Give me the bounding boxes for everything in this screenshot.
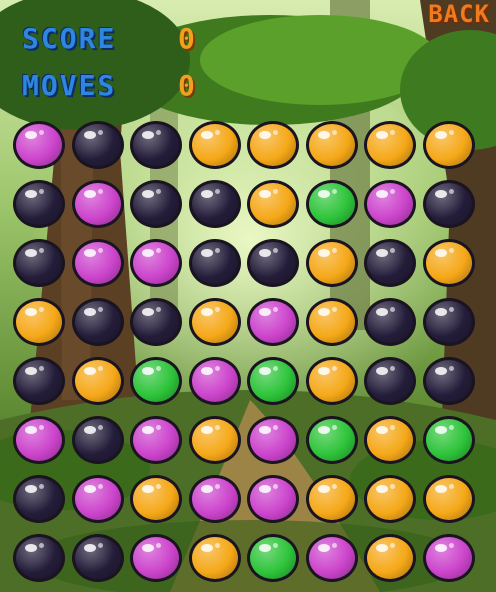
- gem-purple-r3-c1[interactable]: [13, 239, 65, 287]
- gem-pink-r6-c5[interactable]: [247, 416, 299, 464]
- gem-pink-r3-c2[interactable]: [71, 239, 124, 287]
- gem-green-r5-c3[interactable]: [130, 357, 182, 405]
- gem-purple-r4-c2[interactable]: [71, 298, 124, 346]
- gem-pink-r7-c2[interactable]: [71, 475, 124, 523]
- gem-pink-r5-c4[interactable]: [188, 357, 241, 405]
- gem-green-r6-c6[interactable]: [305, 416, 358, 464]
- gem-orange-r8-c7[interactable]: [364, 534, 416, 582]
- gem-orange-r1-c7[interactable]: [364, 121, 416, 169]
- score-value: 0: [178, 22, 195, 55]
- gem-orange-r7-c6[interactable]: [305, 475, 358, 523]
- gem-green-r8-c5[interactable]: [247, 534, 299, 582]
- gem-orange-r1-c4[interactable]: [188, 121, 241, 169]
- gem-green-r6-c8[interactable]: [422, 416, 475, 464]
- gem-orange-r7-c7[interactable]: [364, 475, 416, 523]
- gem-purple-r4-c7[interactable]: [364, 298, 416, 346]
- gem-purple-r8-c2[interactable]: [71, 534, 124, 582]
- gem-purple-r4-c3[interactable]: [130, 298, 182, 346]
- gem-green-r2-c6[interactable]: [305, 180, 358, 228]
- score-label: SCORE: [22, 22, 117, 55]
- gem-pink-r7-c5[interactable]: [247, 475, 299, 523]
- gem-orange-r5-c6[interactable]: [305, 357, 358, 405]
- gem-orange-r7-c3[interactable]: [130, 475, 182, 523]
- gem-pink-r7-c4[interactable]: [188, 475, 241, 523]
- gem-orange-r1-c5[interactable]: [247, 121, 299, 169]
- gem-orange-r6-c7[interactable]: [364, 416, 416, 464]
- gem-pink-r8-c6[interactable]: [305, 534, 358, 582]
- gem-purple-r2-c8[interactable]: [422, 180, 475, 228]
- gem-orange-r6-c4[interactable]: [188, 416, 241, 464]
- gem-pink-r8-c8[interactable]: [422, 534, 475, 582]
- gem-orange-r4-c4[interactable]: [188, 298, 241, 346]
- gem-purple-r1-c3[interactable]: [130, 121, 182, 169]
- gem-pink-r6-c3[interactable]: [130, 416, 182, 464]
- gem-pink-r2-c7[interactable]: [364, 180, 416, 228]
- gem-orange-r5-c2[interactable]: [71, 357, 124, 405]
- game-scene: SCORE 0 MOVES 0 BACK: [0, 0, 496, 592]
- gem-purple-r6-c2[interactable]: [71, 416, 124, 464]
- gem-purple-r2-c3[interactable]: [130, 180, 182, 228]
- gem-orange-r3-c8[interactable]: [422, 239, 475, 287]
- gem-pink-r8-c3[interactable]: [130, 534, 182, 582]
- gem-orange-r3-c6[interactable]: [305, 239, 358, 287]
- gem-orange-r4-c1[interactable]: [13, 298, 65, 346]
- moves-value: 0: [178, 69, 195, 102]
- gem-pink-r1-c1[interactable]: [13, 121, 65, 169]
- gem-purple-r5-c7[interactable]: [364, 357, 416, 405]
- gem-green-r5-c5[interactable]: [247, 357, 299, 405]
- gem-orange-r7-c8[interactable]: [422, 475, 475, 523]
- gem-board: [10, 116, 482, 588]
- gem-purple-r7-c1[interactable]: [13, 475, 65, 523]
- moves-label: MOVES: [22, 69, 117, 102]
- gem-purple-r3-c7[interactable]: [364, 239, 416, 287]
- gem-purple-r2-c4[interactable]: [188, 180, 241, 228]
- gem-orange-r4-c6[interactable]: [305, 298, 358, 346]
- back-button[interactable]: BACK: [426, 0, 492, 28]
- gem-purple-r3-c4[interactable]: [188, 239, 241, 287]
- gem-pink-r3-c3[interactable]: [130, 239, 182, 287]
- gem-purple-r8-c1[interactable]: [13, 534, 65, 582]
- gem-orange-r1-c6[interactable]: [305, 121, 358, 169]
- gem-pink-r4-c5[interactable]: [247, 298, 299, 346]
- gem-purple-r1-c2[interactable]: [71, 121, 124, 169]
- gem-pink-r2-c2[interactable]: [71, 180, 124, 228]
- gem-purple-r3-c5[interactable]: [247, 239, 299, 287]
- gem-purple-r5-c8[interactable]: [422, 357, 475, 405]
- gem-purple-r4-c8[interactable]: [422, 298, 475, 346]
- gem-pink-r6-c1[interactable]: [13, 416, 65, 464]
- gem-orange-r8-c4[interactable]: [188, 534, 241, 582]
- gem-orange-r1-c8[interactable]: [422, 121, 475, 169]
- gem-purple-r2-c1[interactable]: [13, 180, 65, 228]
- gem-orange-r2-c5[interactable]: [247, 180, 299, 228]
- gem-purple-r5-c1[interactable]: [13, 357, 65, 405]
